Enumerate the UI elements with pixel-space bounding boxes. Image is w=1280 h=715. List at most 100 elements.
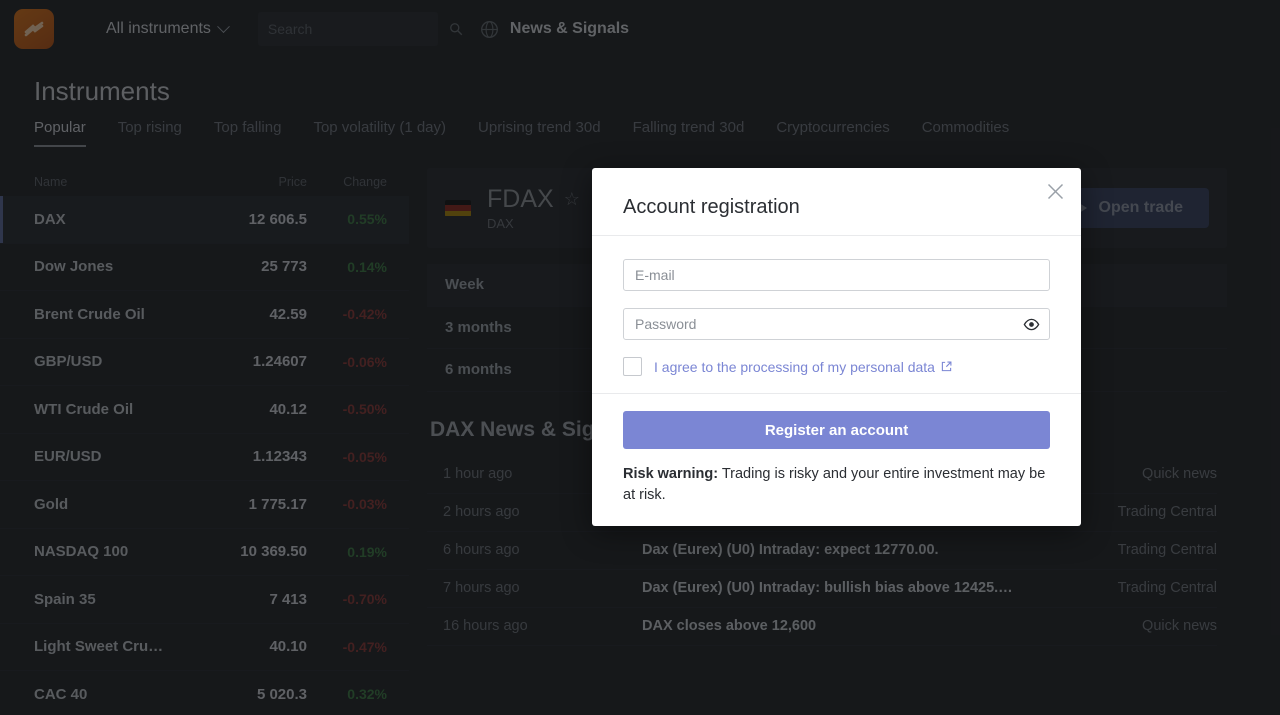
news-headline: Dax (Eurex) (U0) Intraday: expect 12770.…	[642, 542, 1087, 558]
table-row[interactable]: CAC 405 020.30.32%	[0, 671, 409, 715]
search-box[interactable]	[258, 12, 438, 46]
page-title: Instruments	[34, 76, 170, 107]
instrument-name: Dow Jones	[34, 258, 197, 275]
instrument-price: 25 773	[197, 258, 307, 275]
tab-popular[interactable]: Popular	[34, 119, 102, 147]
external-link-icon	[941, 361, 952, 372]
symbol-ticker-row: FDAX ☆	[487, 185, 580, 214]
all-instruments-label: All instruments	[106, 20, 211, 38]
table-row[interactable]: GBP/USD1.24607-0.06%	[0, 339, 409, 387]
news-source: Trading Central	[1087, 504, 1217, 520]
register-account-button[interactable]: Register an account	[623, 411, 1050, 449]
instrument-change: 0.55%	[307, 211, 387, 227]
tab-top-volatility-1-day[interactable]: Top volatility (1 day)	[313, 119, 462, 147]
instrument-name: CAC 40	[34, 686, 197, 703]
table-row[interactable]: Brent Crude Oil42.59-0.42%	[0, 291, 409, 339]
instrument-price: 7 413	[197, 591, 307, 608]
news-and-signals-label: News & Signals	[510, 20, 629, 38]
table-row[interactable]: Spain 357 413-0.70%	[0, 576, 409, 624]
top-navigation-bar: All instruments News & Signals	[0, 0, 1280, 58]
column-header-change: Change	[307, 175, 387, 189]
table-row[interactable]: Light Sweet Cru…40.10-0.47%	[0, 624, 409, 672]
instrument-price: 40.12	[197, 401, 307, 418]
news-headline: DAX closes above 12,600	[642, 618, 1087, 634]
news-row[interactable]: 7 hours agoDax (Eurex) (U0) Intraday: bu…	[427, 570, 1217, 608]
account-registration-dialog: Account registration	[592, 168, 1081, 526]
column-header-name: Name	[34, 175, 197, 189]
dialog-header: Account registration	[592, 168, 1081, 236]
close-icon[interactable]	[1040, 176, 1070, 206]
table-row[interactable]: Dow Jones25 7730.14%	[0, 244, 409, 292]
tab-falling-trend-30d[interactable]: Falling trend 30d	[633, 119, 761, 147]
table-row[interactable]: EUR/USD1.12343-0.05%	[0, 434, 409, 482]
instrument-change: -0.50%	[307, 401, 387, 417]
instrument-change: -0.03%	[307, 496, 387, 512]
logo-mark-icon[interactable]	[14, 9, 54, 49]
email-field-wrap	[623, 259, 1050, 291]
tab-uprising-trend-30d[interactable]: Uprising trend 30d	[478, 119, 617, 147]
symbol-ticker: FDAX	[487, 185, 554, 214]
risk-warning-label: Risk warning:	[623, 466, 718, 482]
news-source: Trading Central	[1087, 580, 1217, 596]
risk-warning: Risk warning: Trading is risky and your …	[623, 464, 1050, 505]
star-icon[interactable]: ☆	[564, 189, 580, 210]
instrument-price: 42.59	[197, 306, 307, 323]
table-row[interactable]: DAX12 606.50.55%	[0, 196, 409, 244]
column-header-price: Price	[197, 175, 307, 189]
table-row[interactable]: Gold1 775.17-0.03%	[0, 481, 409, 529]
news-source: Trading Central	[1087, 542, 1217, 558]
news-row[interactable]: 6 hours agoDax (Eurex) (U0) Intraday: ex…	[427, 532, 1217, 570]
email-field[interactable]	[623, 259, 1050, 291]
instrument-price: 10 369.50	[197, 543, 307, 560]
symbol-text: FDAX ☆ DAX	[487, 185, 580, 231]
instrument-price: 12 606.5	[197, 211, 307, 228]
news-row[interactable]: 16 hours agoDAX closes above 12,600Quick…	[427, 608, 1217, 646]
germany-flag-icon	[445, 200, 471, 217]
instrument-name: Gold	[34, 496, 197, 513]
search-input[interactable]	[268, 21, 449, 37]
tab-commodities[interactable]: Commodities	[922, 119, 1026, 147]
all-instruments-menu[interactable]: All instruments	[106, 20, 228, 38]
instrument-name: NASDAQ 100	[34, 543, 197, 560]
instrument-price: 5 020.3	[197, 686, 307, 703]
dialog-body: I agree to the processing of my personal…	[592, 236, 1081, 394]
instrument-change: -0.47%	[307, 639, 387, 655]
instrument-name: Light Sweet Cru…	[34, 638, 197, 655]
news-source: Quick news	[1087, 618, 1217, 634]
consent-row[interactable]: I agree to the processing of my personal…	[623, 357, 1050, 376]
consent-link[interactable]: I agree to the processing of my personal…	[654, 359, 952, 375]
password-field[interactable]	[623, 308, 1050, 340]
news-and-signals-link[interactable]: News & Signals	[480, 20, 629, 39]
consent-checkbox[interactable]	[623, 357, 642, 376]
instrument-change: 0.19%	[307, 544, 387, 560]
tab-top-falling[interactable]: Top falling	[214, 119, 298, 147]
search-icon	[449, 22, 463, 36]
eye-icon[interactable]	[1023, 316, 1040, 333]
dialog-title: Account registration	[623, 196, 800, 219]
chevron-down-icon	[217, 20, 230, 33]
news-time: 7 hours ago	[427, 580, 642, 596]
instrument-change: 0.14%	[307, 259, 387, 275]
instrument-change: 0.32%	[307, 686, 387, 702]
symbol-subtitle: DAX	[487, 216, 580, 231]
instrument-category-tabs: Popular Top rising Top falling Top volatili…	[34, 119, 1041, 147]
instrument-name: WTI Crude Oil	[34, 401, 197, 418]
open-trade-label: Open trade	[1099, 199, 1183, 217]
instruments-table: Name Price Change DAX12 606.50.55%Dow Jo…	[0, 168, 409, 715]
news-time: 6 hours ago	[427, 542, 642, 558]
instrument-name: EUR/USD	[34, 448, 197, 465]
tab-cryptocurrencies[interactable]: Cryptocurrencies	[776, 119, 905, 147]
table-row[interactable]: WTI Crude Oil40.12-0.50%	[0, 386, 409, 434]
news-source: Quick news	[1087, 466, 1217, 482]
instrument-price: 1.24607	[197, 353, 307, 370]
table-row[interactable]: NASDAQ 10010 369.500.19%	[0, 529, 409, 577]
instrument-price: 1 775.17	[197, 496, 307, 513]
instrument-price: 1.12343	[197, 448, 307, 465]
tab-top-rising[interactable]: Top rising	[118, 119, 198, 147]
consent-label: I agree to the processing of my personal…	[654, 359, 935, 375]
trading-app: All instruments News & Signals	[0, 0, 1280, 715]
instruments-rows: DAX12 606.50.55%Dow Jones25 7730.14%Bren…	[0, 196, 409, 715]
news-headline: Dax (Eurex) (U0) Intraday: bullish bias …	[642, 580, 1087, 596]
password-field-wrap	[623, 308, 1050, 340]
instruments-table-header: Name Price Change	[0, 168, 409, 196]
